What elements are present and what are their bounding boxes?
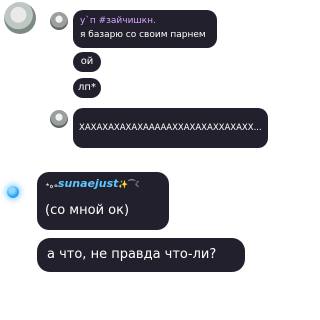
user-avatar-small[interactable] bbox=[50, 110, 68, 128]
message-bubble[interactable]: лп* bbox=[73, 78, 101, 98]
sender-username: sunaejust bbox=[57, 177, 119, 190]
message-bubble[interactable]: ⋆｡ₒsunaejust✨⁀☾ (со мной ок) bbox=[37, 172, 169, 230]
message-bubble[interactable]: а что, не правда что-ли? bbox=[37, 238, 245, 272]
sender-decoration-left: ⋆｡ₒ bbox=[45, 180, 58, 189]
sender-name[interactable]: ⋆｡ₒsunaejust✨⁀☾ bbox=[45, 177, 161, 192]
user-avatar-small[interactable] bbox=[50, 12, 68, 30]
user-avatar-photo[interactable] bbox=[4, 2, 36, 34]
message-text: (со мной ок) bbox=[45, 203, 130, 218]
message-text: ой bbox=[80, 56, 94, 67]
message-text: ХАХАХАХАХАХАААААХХАХАХАХХАХАХХ... bbox=[79, 123, 262, 133]
message-bubble[interactable]: у`п #зайчишкн. я базарю со своим парнем bbox=[73, 10, 217, 48]
message-bubble[interactable]: ой bbox=[73, 52, 101, 72]
message-text: а что, не правда что-ли? bbox=[47, 247, 217, 262]
sender-name[interactable]: у`п #зайчишкн. bbox=[80, 15, 210, 27]
message-bubble[interactable]: ХАХАХАХАХАХАААААХХАХАХАХХАХАХХ... bbox=[73, 108, 268, 148]
message-text: лп* bbox=[78, 82, 96, 93]
sender-decoration-right: ✨⁀☾ bbox=[118, 180, 143, 189]
message-text: я базарю со своим парнем bbox=[80, 30, 206, 40]
sunaejust-avatar[interactable] bbox=[7, 186, 19, 198]
